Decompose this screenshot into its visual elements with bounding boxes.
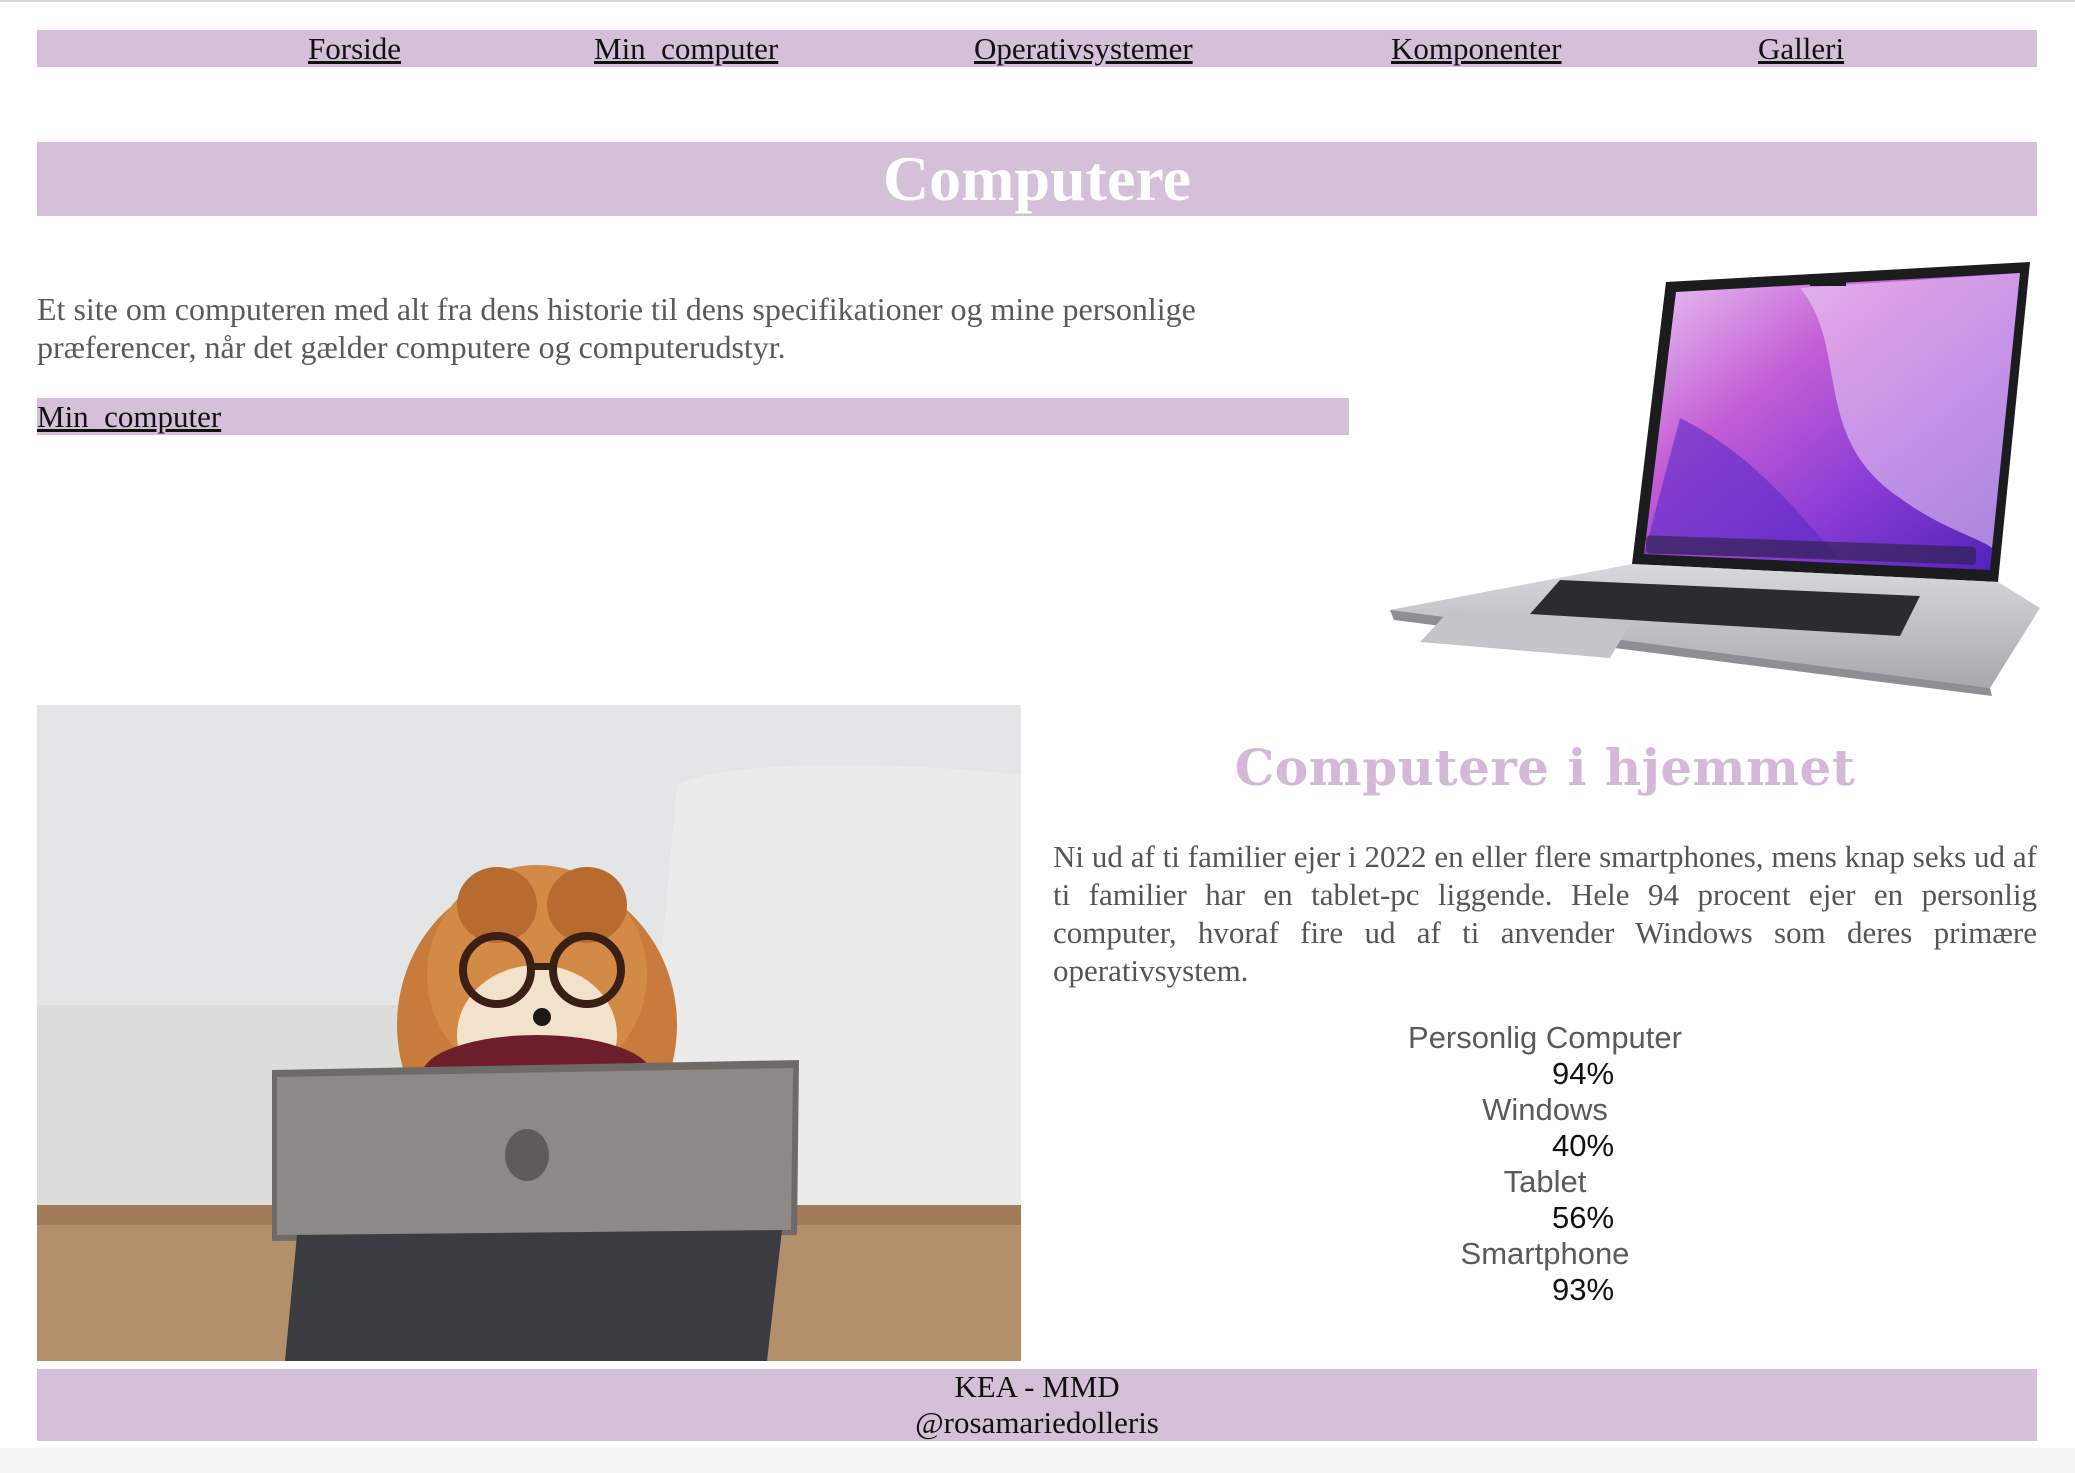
nav-link-komponenter[interactable]: Komponenter	[1391, 30, 1561, 67]
stat-label: Tablet	[1503, 1164, 1587, 1199]
footer-line-1: KEA - MMD	[954, 1369, 1120, 1404]
main-nav: Forside Min_computer Operativsystemer Ko…	[37, 30, 2037, 67]
stat-label: Windows	[1482, 1092, 1608, 1127]
top-border	[0, 0, 2075, 2]
page-title: Computere	[882, 143, 1192, 214]
stat-label: Personlig Computer	[1408, 1020, 1682, 1055]
intro-link-min-computer[interactable]: Min_computer	[37, 399, 221, 434]
stat-label: Smartphone	[1460, 1236, 1630, 1271]
stat-value: 40%	[1552, 1128, 1615, 1163]
nav-link-min-computer[interactable]: Min_computer	[594, 30, 778, 67]
dog-tablet-photo	[37, 705, 1021, 1361]
stat-value: 56%	[1552, 1200, 1615, 1235]
section-paragraph: Ni ud af ti familier ejer i 2022 en elle…	[1053, 839, 2037, 988]
nav-link-galleri[interactable]: Galleri	[1758, 30, 1844, 67]
laptop-image	[1390, 262, 2040, 696]
nav-link-forside[interactable]: Forside	[308, 30, 401, 67]
page-header: Computere	[37, 142, 2037, 216]
intro-paragraph: Et site om computeren med alt fra dens h…	[37, 291, 1196, 365]
stats-list: Personlig Computer 94% Windows 40% Table…	[1053, 1020, 2037, 1308]
section-title: Computere i hjemmet	[1234, 738, 1856, 797]
nav-link-operativsystemer[interactable]: Operativsystemer	[974, 30, 1193, 67]
footer-line-2: @rosamariedolleris	[915, 1405, 1159, 1440]
intro-link-bar: Min_computer	[37, 398, 1349, 435]
stat-value: 93%	[1552, 1272, 1615, 1307]
page-footer: KEA - MMD @rosamariedolleris	[37, 1369, 2037, 1441]
stat-value: 94%	[1552, 1056, 1615, 1091]
bottom-edge	[0, 1448, 2075, 1473]
